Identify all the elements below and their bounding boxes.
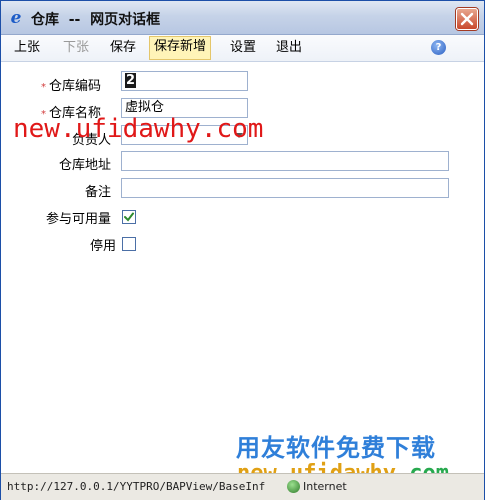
help-icon[interactable]: ? [431,40,446,55]
available-checkbox[interactable] [122,210,136,224]
dialog-window: e 仓库 -- 网页对话框 上张 下张 保存 保存新增 设置 退出 ? * 仓库编… [0,0,485,500]
address-field[interactable] [121,151,449,171]
exit-button[interactable]: 退出 [272,37,306,59]
next-button[interactable]: 下张 [59,37,93,59]
code-label: * 仓库编码 [41,79,102,94]
save-button[interactable]: 保存 [106,37,140,59]
ie-icon: e [10,8,22,28]
address-label: 仓库地址 [59,158,112,173]
title-bar[interactable]: e 仓库 -- 网页对话框 [1,1,484,35]
settings-button[interactable]: 设置 [226,37,260,59]
prev-button[interactable]: 上张 [10,37,44,59]
globe-icon [287,480,300,493]
toolbar: 上张 下张 保存 保存新增 设置 退出 ? [1,35,484,62]
check-icon [124,212,134,222]
close-icon [460,12,474,26]
available-label: 参与可用量 [46,212,112,227]
window-title: 仓库 -- 网页对话框 [31,12,161,28]
note-label: 备注 [85,185,112,200]
save-new-button[interactable]: 保存新增 [149,36,212,60]
status-bar: http://127.0.0.1/YYTPRO/BAPView/BaseInf … [1,473,484,500]
note-field[interactable] [121,178,449,198]
status-url: http://127.0.0.1/YYTPRO/BAPView/BaseInf [7,480,266,493]
close-button[interactable] [456,8,478,30]
required-mark: * [41,82,46,93]
status-zone: Internet [303,480,347,493]
disabled-label: 停用 [90,239,117,254]
disabled-checkbox[interactable] [122,237,136,251]
watermark-url-top: new.ufidawhy.com [13,114,264,144]
watermark-cn-text: 用友软件免费下载 [236,434,436,462]
code-field[interactable]: 2 [121,71,248,91]
